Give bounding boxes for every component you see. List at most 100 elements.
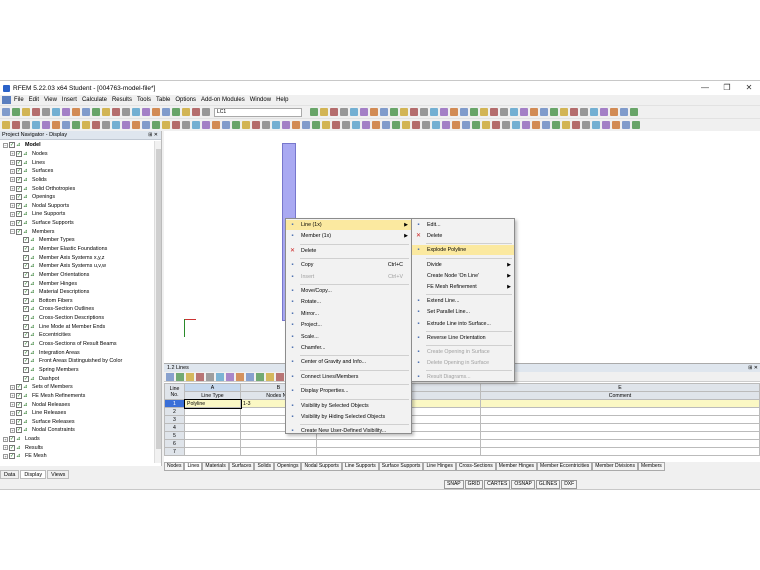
toolbar-button[interactable] [82, 121, 90, 129]
toolbar-button[interactable] [610, 108, 618, 116]
toolbar-button[interactable] [462, 121, 470, 129]
sheet-tab[interactable]: Openings [274, 462, 302, 471]
menu-options[interactable]: Options [175, 97, 196, 103]
expand-icon[interactable]: + [10, 427, 15, 433]
toolbar-button[interactable] [172, 108, 180, 116]
comment-cell[interactable] [480, 439, 760, 448]
tree-item[interactable]: ✓ ⊿ Cross-Section Outlines [0, 305, 154, 314]
comment-cell[interactable] [480, 447, 760, 456]
toolbar-button[interactable] [312, 121, 320, 129]
toolbar-button[interactable] [380, 108, 388, 116]
table-toolbar-button[interactable] [226, 373, 234, 381]
toolbar-button[interactable] [480, 108, 488, 116]
table-row[interactable]: 5 [164, 431, 760, 440]
toolbar-button[interactable] [132, 121, 140, 129]
table-toolbar-button[interactable] [176, 373, 184, 381]
expand-icon[interactable]: + [10, 384, 15, 390]
toolbar-button[interactable] [222, 121, 230, 129]
menu-tools[interactable]: Tools [137, 97, 151, 103]
menu-item[interactable]: ▪ Visibility by Selected Objects [286, 401, 411, 411]
status-glines[interactable]: GLINES [535, 479, 561, 489]
menu-item[interactable]: ▪ Rotate... [286, 297, 411, 307]
toolbar-button[interactable] [382, 121, 390, 129]
menu-item[interactable]: ▪ Connect Lines/Members [286, 372, 411, 382]
toolbar-button[interactable] [332, 121, 340, 129]
line-no-cell[interactable]: 6 [164, 439, 185, 448]
toolbar-button[interactable] [580, 108, 588, 116]
tree-item[interactable]: ✓ ⊿ Member Axis Systems u,v,w [0, 262, 154, 271]
toolbar-button[interactable] [202, 121, 210, 129]
tree-item[interactable]: ✓ ⊿ Line Mode at Member Ends [0, 322, 154, 331]
toolbar-button[interactable] [602, 121, 610, 129]
toolbar-button[interactable] [442, 121, 450, 129]
comment-cell[interactable] [480, 423, 760, 432]
tree-checkbox[interactable]: ✓ [9, 142, 15, 149]
expand-icon[interactable]: − [3, 142, 8, 148]
tree-checkbox[interactable]: ✓ [23, 358, 29, 365]
toolbar-button[interactable] [72, 121, 80, 129]
toolbar-button[interactable] [252, 121, 260, 129]
line-no-cell[interactable]: 5 [164, 431, 185, 440]
tree-checkbox[interactable]: ✓ [23, 263, 29, 270]
line-type-cell[interactable]: Polyline [183, 398, 242, 409]
toolbar-button[interactable] [482, 121, 490, 129]
tab-views[interactable]: Views [47, 469, 70, 479]
table-row[interactable]: 7 [164, 447, 760, 456]
expand-icon[interactable]: + [10, 177, 15, 183]
expand-icon[interactable]: + [10, 220, 15, 226]
line-type-cell[interactable] [184, 431, 241, 440]
toolbar-button[interactable] [192, 108, 200, 116]
tree-item[interactable]: ✓ ⊿ Eccentricities [0, 331, 154, 340]
sheet-tab[interactable]: Surfaces [228, 462, 255, 471]
menu-item[interactable]: ✕ Delete [286, 246, 411, 256]
toolbar-button[interactable] [600, 108, 608, 116]
menu-item[interactable]: Divide ▶ [412, 260, 514, 270]
tree-checkbox[interactable]: ✓ [16, 159, 22, 166]
load-case-select[interactable]: LC1 [214, 108, 302, 117]
navigator-pin-close[interactable]: ⊞ ✕ [148, 131, 158, 140]
tree-item[interactable]: + ✓ ⊿ Sets of Members [0, 383, 154, 392]
toolbar-button[interactable] [32, 108, 40, 116]
line-no-cell[interactable]: 7 [164, 447, 185, 456]
toolbar-button[interactable] [142, 108, 150, 116]
expand-icon[interactable]: + [10, 151, 15, 157]
menu-item[interactable]: ▪ Member (1x) ▶ [286, 231, 411, 241]
expand-icon[interactable]: − [10, 229, 15, 235]
comment-cell[interactable] [480, 431, 760, 440]
tree-item[interactable]: + ✓ ⊿ Surfaces [0, 167, 154, 176]
toolbar-button[interactable] [390, 108, 398, 116]
tab-display[interactable]: Display [20, 469, 47, 479]
tree-item[interactable]: + ✓ ⊿ Openings [0, 193, 154, 202]
toolbar-button[interactable] [232, 121, 240, 129]
menu-item[interactable]: ▪ Reverse Line Orientation [412, 333, 514, 343]
comment-cell[interactable] [480, 399, 760, 408]
expand-icon[interactable]: + [10, 393, 15, 399]
close-button[interactable]: ✕ [738, 81, 760, 95]
toolbar-button[interactable] [342, 121, 350, 129]
toolbar-button[interactable] [492, 121, 500, 129]
toolbar-button[interactable] [530, 108, 538, 116]
tree-item[interactable]: + ✓ ⊿ Nodal Supports [0, 201, 154, 210]
tree-checkbox[interactable]: ✓ [23, 375, 29, 382]
tree-checkbox[interactable]: ✓ [16, 185, 22, 192]
toolbar-button[interactable] [132, 108, 140, 116]
toolbar-button[interactable] [102, 108, 110, 116]
tree-checkbox[interactable]: ✓ [16, 427, 22, 434]
menu-item[interactable]: ▪ Line (1x) ▶ [286, 220, 411, 230]
tree-checkbox[interactable]: ✓ [23, 280, 29, 287]
toolbar-button[interactable] [62, 108, 70, 116]
tree-checkbox[interactable]: ✓ [16, 202, 22, 209]
comment-cell[interactable] [480, 407, 760, 416]
toolbar-button[interactable] [192, 121, 200, 129]
toolbar-button[interactable] [162, 121, 170, 129]
toolbar-button[interactable] [412, 121, 420, 129]
sheet-tab[interactable]: Member Eccentricities [537, 462, 593, 471]
toolbar-button[interactable] [22, 108, 30, 116]
status-osnap[interactable]: OSNAP [511, 479, 535, 489]
menu-item[interactable]: ▪ Create New User-Defined Visibility... [286, 426, 411, 436]
tree-checkbox[interactable]: ✓ [16, 384, 22, 391]
toolbar-button[interactable] [32, 121, 40, 129]
sheet-tab[interactable]: Solids [254, 462, 275, 471]
tree-item[interactable]: ✓ ⊿ Front Areas Distinguished by Color [0, 357, 154, 366]
scrollbar-thumb[interactable] [156, 149, 161, 449]
